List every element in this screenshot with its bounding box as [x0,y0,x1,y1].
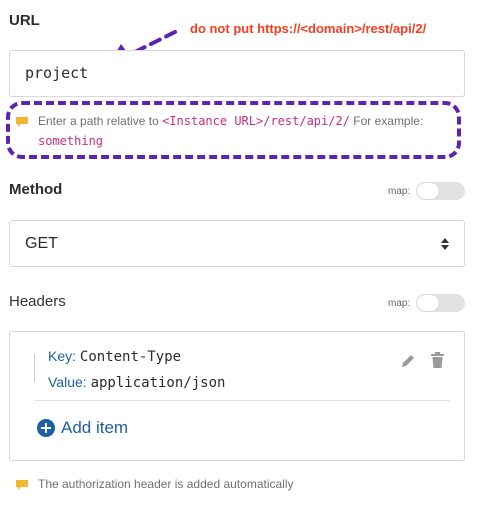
headers-map-toggle-group: map: [388,294,466,312]
item-bracket [34,354,42,382]
url-hint: Enter a path relative to <Instance URL>/… [38,111,458,151]
toggle-knob [417,183,440,199]
url-label: URL [9,12,40,29]
header-key-row[interactable]: Key: Content-Type [48,348,181,365]
headers-label: Headers [9,293,66,310]
trash-icon[interactable] [430,352,445,369]
method-map-toggle-group: map: [388,182,466,200]
annotation-text: do not put https://<domain>/rest/api/2/ [190,21,427,36]
url-hint-prefix: Enter a path relative to [38,114,163,128]
url-input-value: project [25,64,89,82]
method-select[interactable]: GET [9,220,465,267]
chevron-up-down-icon [441,238,449,250]
method-map-toggle[interactable] [416,182,466,200]
method-select-value: GET [25,235,58,252]
comment-hint-icon [16,117,28,127]
key-label: Key: [48,348,77,364]
divider [34,400,450,401]
header-value-row[interactable]: Value: application/json [48,374,225,391]
value-value: application/json [90,375,226,391]
method-label: Method [9,181,63,198]
headers-map-toggle[interactable] [416,294,466,312]
url-hint-example: something [38,134,104,148]
headers-footer-hint: The authorization header is added automa… [38,477,294,491]
url-input[interactable]: project [9,50,465,97]
comment-hint-icon [16,480,28,490]
headers-list: Key: Content-Type Value: application/jso… [9,331,465,461]
value-label: Value: [48,374,87,390]
headers-map-label: map: [388,297,411,309]
url-hint-suffix: For example: [349,114,424,128]
key-value: Content-Type [79,349,182,365]
toggle-knob [417,295,440,311]
plus-circle-icon [37,419,55,437]
method-map-label: map: [388,185,411,197]
url-hint-code: <Instance URL>/rest/api/2/ [162,114,350,128]
add-item-label: Add item [61,418,129,437]
add-item-button[interactable]: Add item [37,418,128,438]
pencil-icon[interactable] [400,353,416,369]
